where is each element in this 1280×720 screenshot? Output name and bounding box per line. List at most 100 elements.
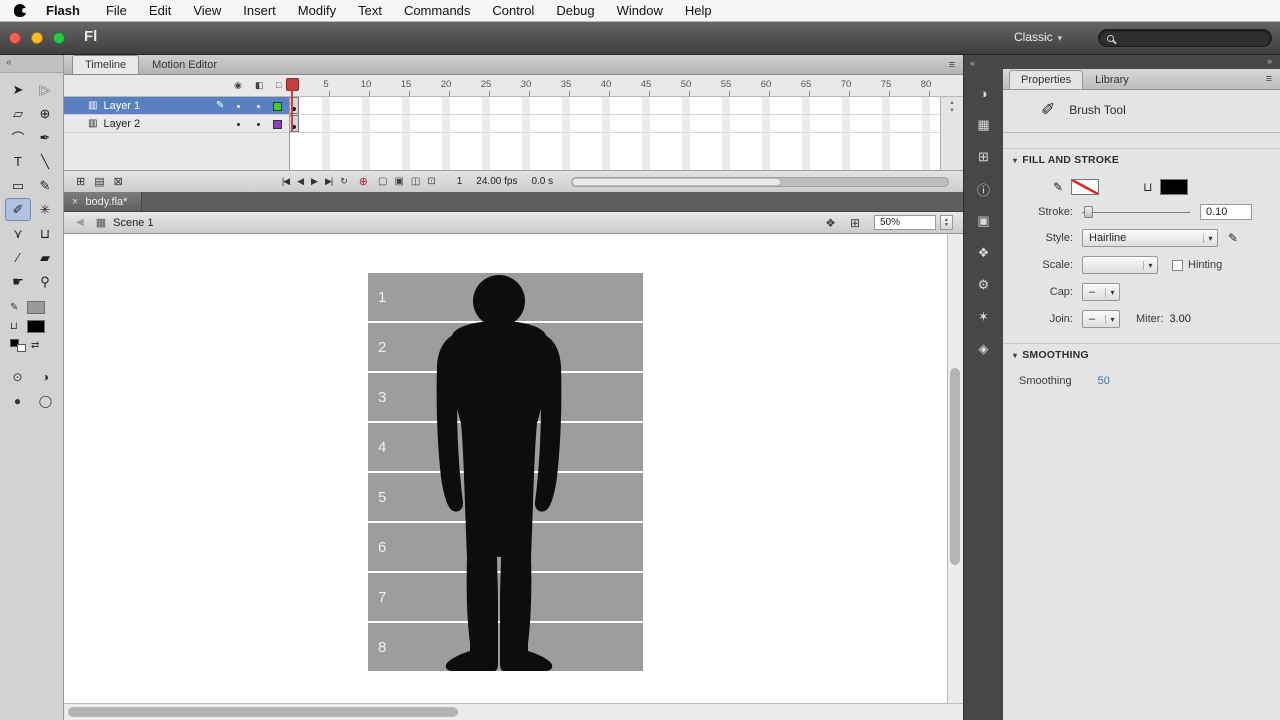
pencil-tool[interactable]: ✎ xyxy=(32,174,58,197)
play-button[interactable]: ▶ xyxy=(311,176,318,187)
menu-file[interactable]: File xyxy=(106,3,127,18)
stage-vertical-scrollbar[interactable] xyxy=(947,234,963,703)
onion-skin-outlines-button[interactable]: ▣ xyxy=(394,176,403,187)
modify-markers-button[interactable]: ⊡ xyxy=(427,176,435,187)
pen-tool[interactable]: ✒ xyxy=(32,126,58,149)
tab-properties[interactable]: Properties xyxy=(1009,70,1084,89)
timeline-scrollbar-thumb[interactable] xyxy=(573,178,780,185)
slider-knob[interactable] xyxy=(1084,206,1093,218)
fill-and-stroke-section-header[interactable]: ▾ FILL AND STROKE xyxy=(1003,148,1280,169)
stroke-height-slider[interactable] xyxy=(1082,205,1190,219)
menu-app-name[interactable]: Flash xyxy=(46,3,80,18)
zoom-tool[interactable]: ⚲ xyxy=(32,270,58,293)
frame-ruler[interactable] xyxy=(290,91,940,96)
properties-panel-menu-icon[interactable]: ≡ xyxy=(1266,73,1272,85)
components-panel-icon[interactable]: ⚙ xyxy=(971,273,997,297)
workspace-switcher[interactable]: Classic ▾ xyxy=(1014,30,1062,44)
color-panel-icon[interactable]: ◑ xyxy=(971,81,997,105)
default-colors-button[interactable] xyxy=(10,339,26,352)
tab-library[interactable]: Library xyxy=(1083,70,1141,89)
panel-collapse-strip[interactable]: » xyxy=(1003,55,1280,69)
frames-grid[interactable] xyxy=(290,97,940,170)
brush-size-option[interactable]: ● xyxy=(5,390,31,412)
info-panel-icon[interactable]: ⓘ xyxy=(971,177,997,201)
stage-canvas[interactable]: 1 2 3 4 5 6 7 8 xyxy=(64,234,947,703)
transform-panel-icon[interactable]: ▣ xyxy=(971,209,997,233)
layer-visibility-dot[interactable] xyxy=(237,123,240,126)
project-panel-icon[interactable]: ◈ xyxy=(971,337,997,361)
menu-help[interactable]: Help xyxy=(685,3,712,18)
eyedropper-tool[interactable]: ∕ xyxy=(5,246,31,269)
scale-dropdown[interactable]: ▾ xyxy=(1082,256,1158,274)
show-hide-all-layers-icon[interactable]: ◉ xyxy=(234,80,242,91)
line-tool[interactable]: ╲ xyxy=(32,150,58,173)
brush-mode-option[interactable]: ⊙ xyxy=(5,366,31,388)
delete-layer-button[interactable]: ⊠ xyxy=(114,175,123,188)
loop-button[interactable]: ↻ xyxy=(340,176,347,187)
timeline-vertical-scrollbar[interactable]: ▲ ▼ xyxy=(940,97,963,170)
stage-horizontal-scrollbar[interactable] xyxy=(64,703,963,720)
toolbar-stroke-color-swatch[interactable] xyxy=(27,301,45,314)
miter-value[interactable]: 3.00 xyxy=(1170,313,1191,325)
timeline-panel-menu-icon[interactable]: ≡ xyxy=(949,59,955,71)
lock-all-layers-icon[interactable]: ◧ xyxy=(255,80,264,91)
align-panel-icon[interactable]: ⊞ xyxy=(971,145,997,169)
hinting-checkbox[interactable] xyxy=(1172,259,1183,271)
stroke-color-swatch[interactable] xyxy=(1071,179,1100,195)
menu-control[interactable]: Control xyxy=(492,3,534,18)
close-window-button[interactable] xyxy=(9,32,21,44)
layer-outline-color-swatch[interactable] xyxy=(273,120,282,129)
layer-outline-color-swatch[interactable] xyxy=(273,102,282,111)
new-layer-button[interactable]: ⊞ xyxy=(76,175,85,188)
zoom-step-down-icon[interactable]: ▼ xyxy=(944,222,949,228)
bone-tool[interactable]: ⋎ xyxy=(5,222,31,245)
scroll-down-icon[interactable]: ▼ xyxy=(949,108,955,114)
subselection-tool[interactable]: ▷ xyxy=(32,78,58,101)
join-dropdown[interactable]: – ▾ xyxy=(1082,310,1120,328)
center-frame-button[interactable]: ⊕ xyxy=(359,175,368,188)
layer2-frame-row[interactable] xyxy=(290,115,940,133)
current-frame-value[interactable]: 1 xyxy=(457,176,463,187)
layer-lock-dot[interactable] xyxy=(257,123,260,126)
brush-shape-option[interactable]: ◯ xyxy=(33,390,59,412)
selection-tool[interactable]: ➤ xyxy=(5,78,31,101)
document-tab[interactable]: × body.fla* xyxy=(64,192,143,211)
free-transform-tool[interactable]: ▱ xyxy=(5,102,31,125)
3d-rotation-tool[interactable]: ⊕ xyxy=(32,102,58,125)
eraser-tool[interactable]: ▰ xyxy=(32,246,58,269)
tab-timeline[interactable]: Timeline xyxy=(72,55,140,74)
motion-presets-panel-icon[interactable]: ✶ xyxy=(971,305,997,329)
fill-color-swatch[interactable] xyxy=(1160,179,1189,195)
cap-dropdown[interactable]: – ▾ xyxy=(1082,283,1120,301)
edit-multiple-frames-button[interactable]: ◫ xyxy=(411,176,420,187)
scroll-up-icon[interactable]: ▲ xyxy=(949,100,955,106)
layer-row-2[interactable]: ▥ Layer 2 xyxy=(64,115,289,133)
horizontal-scrollbar-thumb[interactable] xyxy=(68,707,458,717)
zoom-stepper[interactable]: ▲ ▼ xyxy=(940,215,953,230)
stroke-style-dropdown[interactable]: Hairline ▾ xyxy=(1082,229,1218,247)
go-to-last-frame-button[interactable]: ▶| xyxy=(325,176,333,187)
tab-motion-editor[interactable]: Motion Editor xyxy=(139,55,230,74)
brush-tool[interactable]: ✐ xyxy=(5,198,31,221)
onion-skin-button[interactable]: ▢ xyxy=(378,176,387,187)
new-folder-button[interactable]: ▤ xyxy=(94,175,104,188)
edit-symbols-button[interactable]: ⊞ xyxy=(850,216,860,230)
menu-modify[interactable]: Modify xyxy=(298,3,336,18)
paint-bucket-tool[interactable]: ⊔ xyxy=(32,222,58,245)
menu-insert[interactable]: Insert xyxy=(243,3,276,18)
minimize-window-button[interactable] xyxy=(31,32,43,44)
smoothing-section-header[interactable]: ▾ SMOOTHING xyxy=(1003,343,1280,364)
vertical-scrollbar-thumb[interactable] xyxy=(950,368,960,565)
code-snippets-panel-icon[interactable]: ❖ xyxy=(971,241,997,265)
frame-rate-value[interactable]: 24.00 fps xyxy=(476,176,517,187)
menu-commands[interactable]: Commands xyxy=(404,3,470,18)
hand-tool[interactable]: ☛ xyxy=(5,270,31,293)
edit-stroke-style-button[interactable]: ✎ xyxy=(1228,231,1238,245)
tools-panel-collapse[interactable]: « xyxy=(0,55,63,73)
edit-scene-button[interactable]: ❖ xyxy=(825,216,836,230)
layer-lock-dot[interactable] xyxy=(257,105,260,108)
menu-view[interactable]: View xyxy=(193,3,221,18)
layer-row-1[interactable]: ▥ Layer 1 ✎ xyxy=(64,97,289,115)
menu-text[interactable]: Text xyxy=(358,3,382,18)
go-to-first-frame-button[interactable]: |◀ xyxy=(282,176,290,187)
